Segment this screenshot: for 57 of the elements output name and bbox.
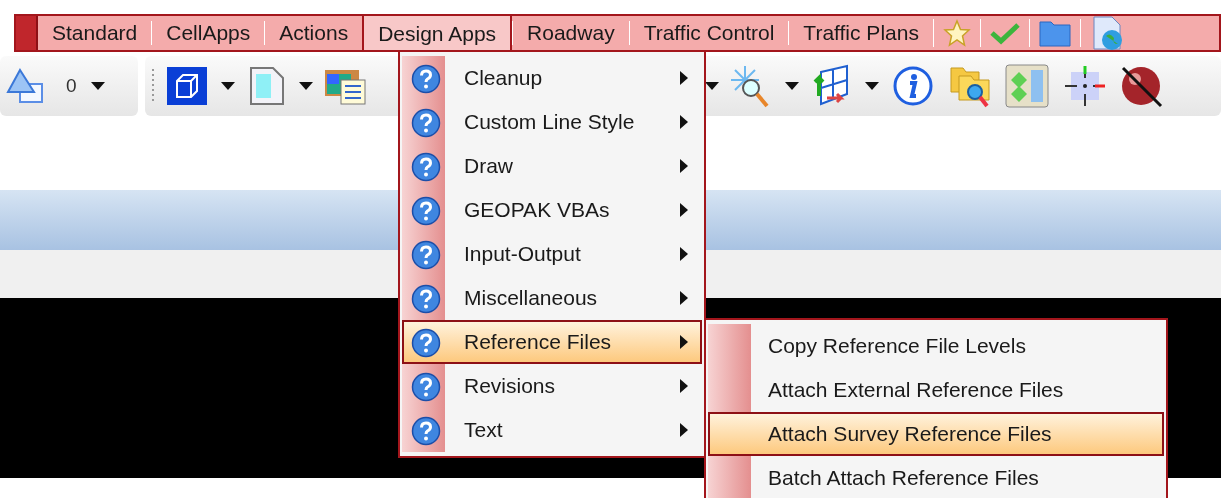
menu-tab[interactable]: Roadway: [512, 21, 629, 45]
caret-icon[interactable]: [705, 82, 719, 90]
help-icon: [411, 108, 441, 138]
layers-icon[interactable]: [6, 66, 46, 106]
help-icon: [411, 240, 441, 270]
menu-item[interactable]: GEOPAK VBAs: [402, 188, 702, 232]
level-value: 0: [66, 73, 77, 98]
help-icon: [411, 372, 441, 402]
menu-item[interactable]: Cleanup: [402, 56, 702, 100]
menu-tab[interactable]: Traffic Plans: [788, 21, 933, 45]
crosshair-icon[interactable]: [1063, 64, 1107, 108]
grip-handle[interactable]: [16, 16, 38, 50]
info-icon[interactable]: [893, 66, 933, 106]
menu-item[interactable]: Input-Output: [402, 232, 702, 276]
submenu-arrow-icon: [680, 379, 688, 393]
submenu-arrow-icon: [680, 423, 688, 437]
menu-item[interactable]: Batch Attach Reference Files: [708, 456, 1164, 498]
caret-icon[interactable]: [785, 82, 799, 90]
submenu-arrow-icon: [680, 203, 688, 217]
help-icon: [411, 416, 441, 446]
caret-icon[interactable]: [299, 82, 313, 90]
menu-tab[interactable]: CellApps: [151, 21, 265, 45]
menu-item[interactable]: Reference Files: [402, 320, 702, 364]
menu-item[interactable]: Attach Survey Reference Files: [708, 412, 1164, 456]
menu-item[interactable]: Revisions: [402, 364, 702, 408]
caret-icon[interactable]: [221, 82, 235, 90]
help-icon: [411, 64, 441, 94]
menu-item[interactable]: Text: [402, 408, 702, 452]
menu-item[interactable]: Draw: [402, 144, 702, 188]
caret-icon[interactable]: [90, 82, 105, 90]
checkmark-icon[interactable]: [989, 21, 1020, 45]
submenu-arrow-icon: [680, 159, 688, 173]
grid-arrows-icon[interactable]: [811, 64, 851, 108]
magnifier-icon[interactable]: [729, 64, 771, 108]
help-icon: [411, 196, 441, 226]
submenu-arrow-icon: [680, 71, 688, 85]
menu-tab[interactable]: Traffic Control: [628, 21, 789, 45]
help-icon: [411, 328, 441, 358]
document-icon[interactable]: [247, 66, 285, 106]
cube-icon[interactable]: [167, 67, 207, 105]
menu-item[interactable]: Custom Line Style: [402, 100, 702, 144]
grip-handle[interactable]: [151, 69, 155, 103]
menu-item[interactable]: Copy Reference File Levels: [708, 324, 1164, 368]
menu-item[interactable]: Attach External Reference Files: [708, 368, 1164, 412]
help-icon: [411, 284, 441, 314]
prohibited-icon[interactable]: [1119, 64, 1163, 108]
folder-search-icon[interactable]: [949, 64, 991, 108]
star-icon[interactable]: [942, 19, 971, 47]
help-icon: [411, 152, 441, 182]
caret-icon[interactable]: [865, 82, 879, 90]
menu-tab[interactable]: Standard: [38, 21, 152, 45]
submenu-arrow-icon: [680, 335, 688, 349]
menu-item[interactable]: Miscellaneous: [402, 276, 702, 320]
submenu-arrow-icon: [680, 247, 688, 261]
submenu-arrow-icon: [680, 115, 688, 129]
submenu-arrow-icon: [680, 291, 688, 305]
menu-tab[interactable]: Design Apps: [362, 16, 513, 50]
